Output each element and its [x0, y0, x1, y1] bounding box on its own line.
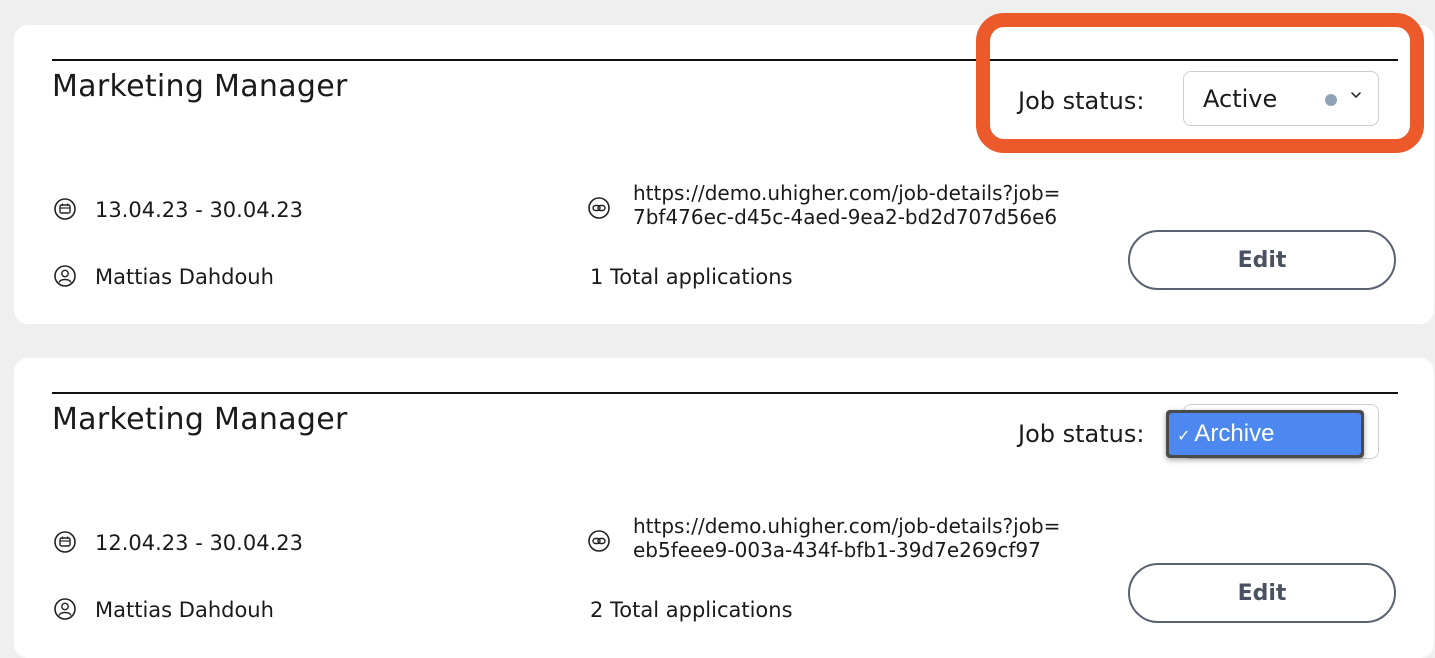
- date-range: 12.04.23 - 30.04.23: [95, 531, 303, 555]
- total-applications: 1 Total applications: [590, 265, 793, 289]
- job-title: Marketing Manager: [52, 69, 348, 104]
- edit-button[interactable]: Edit: [1128, 563, 1396, 623]
- job-status-label: Job status:: [1018, 420, 1145, 448]
- job-status-select[interactable]: Active: [1183, 71, 1379, 126]
- calendar-icon: [54, 531, 76, 553]
- status-dot-icon: [1325, 94, 1337, 106]
- job-link[interactable]: https://demo.uhigher.com/job-details?job…: [633, 181, 1060, 229]
- user-icon: [54, 265, 76, 287]
- job-owner: Mattias Dahdouh: [95, 598, 274, 622]
- dropdown-option-label: Archive: [1194, 420, 1275, 447]
- job-link-line-1: https://demo.uhigher.com/job-details?job…: [633, 181, 1061, 205]
- job-owner: Mattias Dahdouh: [95, 265, 274, 289]
- job-link-line-2: 7bf476ec-d45c-4aed-9ea2-bd2d707d56e6: [633, 205, 1058, 229]
- user-icon: [54, 598, 76, 620]
- divider: [52, 392, 1398, 394]
- link-icon: [588, 197, 610, 219]
- job-card: Marketing Manager Job status: Active 13.…: [14, 25, 1434, 324]
- job-status-dropdown: ✓ Archive: [1166, 410, 1364, 458]
- dropdown-option-archive[interactable]: ✓ Archive: [1169, 413, 1361, 455]
- calendar-icon: [54, 198, 76, 220]
- job-link-line-2: eb5feee9-003a-434f-bfb1-39d7e269cf97: [633, 538, 1041, 562]
- divider: [52, 59, 1398, 61]
- job-link[interactable]: https://demo.uhigher.com/job-details?job…: [633, 514, 1060, 562]
- check-icon: ✓: [1177, 428, 1191, 445]
- job-status-value: Active: [1203, 85, 1278, 113]
- job-status-label: Job status:: [1018, 87, 1145, 115]
- edit-button[interactable]: Edit: [1128, 230, 1396, 290]
- chevron-down-icon: [1351, 92, 1361, 98]
- date-range: 13.04.23 - 30.04.23: [95, 198, 303, 222]
- job-title: Marketing Manager: [52, 402, 348, 437]
- job-link-line-1: https://demo.uhigher.com/job-details?job…: [633, 514, 1061, 538]
- job-card: Marketing Manager Job status: ✓ Archive 1…: [14, 358, 1434, 658]
- link-icon: [588, 530, 610, 552]
- total-applications: 2 Total applications: [590, 598, 793, 622]
